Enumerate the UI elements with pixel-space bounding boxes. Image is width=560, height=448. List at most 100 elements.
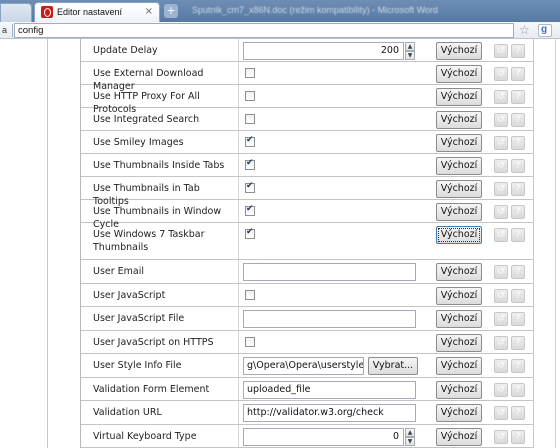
pref-row-use-integrated-search: Use Integrated Search Výchozí ↺? — [81, 108, 533, 131]
column-divider — [47, 39, 48, 448]
default-button[interactable]: Výchozí — [436, 203, 482, 221]
default-button[interactable]: Výchozí — [436, 42, 482, 60]
close-tab-icon[interactable]: × — [145, 6, 153, 17]
pref-checkbox[interactable] — [245, 158, 255, 170]
help-icon: ? — [511, 383, 525, 397]
address-input[interactable]: config — [18, 25, 43, 36]
pref-row-use-thumbnails-inside-tabs: Use Thumbnails Inside Tabs Výchozí ↺? — [81, 154, 533, 177]
spin-down-icon[interactable]: ▼ — [405, 437, 415, 446]
help-icon: ? — [511, 359, 525, 373]
reset-icon: ↺ — [494, 136, 508, 150]
pref-name: Use Smiley Images — [93, 137, 184, 148]
pref-row-use-thumbnails-in-window-cycle: Use Thumbnails in Window CycleVýchozí↺? — [81, 200, 533, 230]
help-icon: ? — [511, 265, 525, 279]
pref-row-user-javascript-file: User JavaScript File Výchozí ↺? — [81, 307, 533, 331]
reset-icon: ↺ — [494, 312, 508, 326]
reset-icon: ↺ — [494, 265, 508, 279]
tab-title: Editor nastavení — [57, 7, 123, 17]
cell-divider — [238, 331, 239, 353]
spin-up-icon[interactable]: ▲ — [405, 42, 415, 51]
default-button[interactable]: Výchozí — [436, 226, 482, 244]
pref-checkbox[interactable] — [245, 227, 255, 239]
default-button[interactable]: Výchozí — [436, 357, 482, 375]
pref-row-user-style-info-file: User Style Info File g\Opera\Opera\userst… — [81, 354, 533, 378]
help-icon: ? — [511, 67, 525, 81]
help-icon: ? — [511, 228, 525, 242]
tab-editor-nastaveni[interactable]: Editor nastavení × — [34, 2, 160, 22]
cell-divider — [238, 177, 239, 199]
cell-divider — [238, 108, 239, 130]
pref-checkbox[interactable] — [245, 91, 255, 101]
default-button[interactable]: Výchozí — [436, 65, 482, 83]
cell-divider — [238, 260, 239, 283]
help-icon: ? — [511, 205, 525, 219]
pref-name: User JavaScript File — [93, 313, 185, 324]
cell-divider — [238, 85, 239, 107]
search-engine-icon[interactable]: g — [538, 24, 552, 37]
default-button[interactable]: Výchozí — [436, 134, 482, 152]
pref-checkbox[interactable] — [245, 114, 255, 124]
cell-divider — [238, 154, 239, 176]
help-icon: ? — [511, 336, 525, 350]
address-input-frame[interactable] — [14, 23, 514, 38]
spinner-buttons[interactable]: ▲ ▼ — [405, 428, 415, 446]
help-icon: ? — [511, 159, 525, 173]
pref-checkbox[interactable] — [245, 181, 255, 193]
pref-row-user-javascript: User JavaScript Výchozí ↺? — [81, 284, 533, 307]
pref-checkbox[interactable] — [245, 204, 255, 216]
new-tab-button[interactable]: + — [164, 4, 178, 18]
default-button[interactable]: Výchozí — [436, 263, 482, 281]
tab-previous[interactable] — [0, 3, 32, 22]
pref-row-update-delay: Update Delay 200 ▲ ▼ Výchozí ↺? — [81, 39, 533, 62]
choose-file-button[interactable]: Vybrat... — [368, 357, 418, 375]
window-title: Sputnik_cm7_x86N.doc (režim kompatibilit… — [192, 5, 438, 15]
pref-row-virtual-keyboard-type: Virtual Keyboard Type 0 ▲ ▼ Výchozí ↺? — [81, 425, 533, 448]
reset-icon: ↺ — [494, 289, 508, 303]
pref-file-input[interactable]: g\Opera\Opera\userstyle.ini — [243, 357, 364, 375]
cell-divider — [238, 284, 239, 306]
pref-checkbox[interactable] — [245, 290, 255, 300]
pref-number-input[interactable]: 0 — [243, 428, 404, 446]
pref-row-validation-url: Validation URL http://validator.w3.org/ch… — [81, 401, 533, 425]
spin-down-icon[interactable]: ▼ — [405, 51, 415, 60]
reset-icon: ↺ — [494, 228, 508, 242]
pref-text-input[interactable] — [243, 310, 416, 328]
spin-up-icon[interactable]: ▲ — [405, 428, 415, 437]
cell-divider — [238, 62, 239, 84]
pref-name: Use Windows 7 Taskbar Thumbnails — [93, 229, 205, 253]
pref-text-input[interactable]: http://validator.w3.org/check — [243, 404, 416, 422]
cell-divider — [238, 200, 239, 222]
cell-divider — [238, 425, 239, 447]
cell-divider — [238, 307, 239, 330]
pref-row-user-email: User Email Výchozí ↺? — [81, 260, 533, 284]
pref-checkbox[interactable] — [245, 337, 255, 347]
reset-icon: ↺ — [494, 383, 508, 397]
pref-row-use-thumbnails-in-tab-tooltips: Use Thumbnails in Tab TooltipsVýchozí↺? — [81, 177, 533, 207]
default-button[interactable]: Výchozí — [436, 287, 482, 305]
pref-row-user-javascript-on-https: User JavaScript on HTTPS Výchozí ↺? — [81, 331, 533, 354]
default-button[interactable]: Výchozí — [436, 88, 482, 106]
pref-text-input[interactable] — [243, 263, 416, 281]
bookmark-star-icon[interactable]: ☆ — [519, 23, 530, 37]
pref-number-input[interactable]: 200 — [243, 42, 404, 60]
default-button[interactable]: Výchozí — [436, 157, 482, 175]
help-icon: ? — [511, 136, 525, 150]
default-button[interactable]: Výchozí — [436, 404, 482, 422]
default-button[interactable]: Výchozí — [436, 111, 482, 129]
pref-checkbox[interactable] — [245, 135, 255, 147]
pref-name: Virtual Keyboard Type — [93, 431, 197, 442]
default-button[interactable]: Výchozí — [436, 381, 482, 399]
default-button[interactable]: Výchozí — [436, 180, 482, 198]
default-button[interactable]: Výchozí — [436, 310, 482, 328]
default-button[interactable]: Výchozí — [436, 428, 482, 446]
address-left-label: a — [2, 25, 8, 35]
pref-text-input[interactable]: uploaded_file — [243, 381, 416, 399]
pref-name: User Style Info File — [93, 360, 182, 371]
cell-divider — [238, 354, 239, 377]
pref-name: User JavaScript on HTTPS — [93, 337, 214, 348]
spinner-buttons[interactable]: ▲ ▼ — [405, 42, 415, 60]
reset-icon: ↺ — [494, 182, 508, 196]
help-icon: ? — [511, 113, 525, 127]
default-button[interactable]: Výchozí — [436, 334, 482, 352]
pref-checkbox[interactable] — [245, 68, 255, 78]
